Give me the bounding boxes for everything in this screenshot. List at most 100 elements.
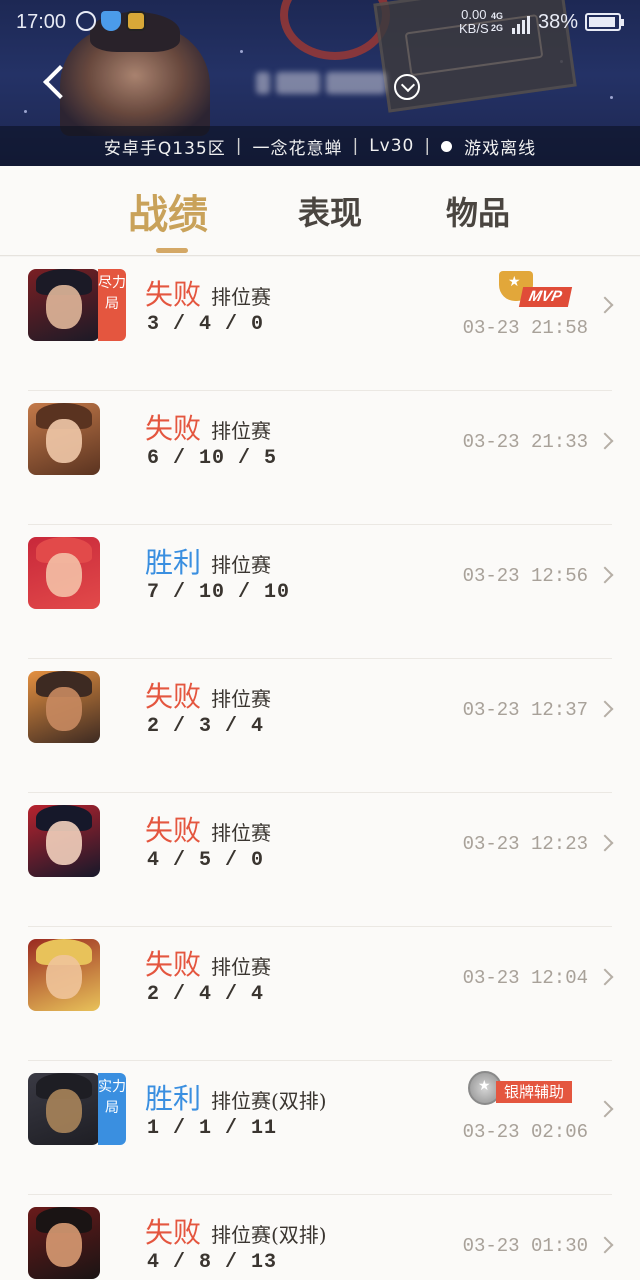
profile-header: 17:00 0.00 KB/S 4G 2G 38% 安卓手Q135区 | 一念花… <box>0 0 640 166</box>
match-mode: 排位赛 <box>211 419 271 443</box>
battery-level: 38% <box>538 11 579 33</box>
alarm-icon <box>76 11 96 31</box>
match-mode: 排位赛 <box>211 955 271 979</box>
network-type-1: 4G <box>491 11 504 21</box>
match-result: 失败 <box>145 1216 202 1249</box>
match-row[interactable]: 失败 排位赛 2 / 3 / 4 03-23 12:37 <box>0 659 640 793</box>
chevron-right-icon <box>596 1236 614 1254</box>
divider: | <box>352 136 360 156</box>
status-time: 17:00 <box>16 11 67 33</box>
star-decoration <box>610 96 613 99</box>
match-quality-tag: 尽力局 <box>98 269 126 341</box>
hero-face <box>46 553 82 597</box>
hero-avatar <box>28 805 100 877</box>
shield-icon <box>101 11 121 31</box>
match-kda: 4 / 8 / 13 <box>147 1251 278 1274</box>
network-speed-value: 0.00 <box>461 7 487 22</box>
online-status-dot-icon <box>441 140 453 152</box>
hero-face <box>46 285 82 329</box>
match-mode: 排位赛(双排) <box>211 1223 327 1247</box>
chevron-right-icon <box>596 1100 614 1118</box>
hero-avatar <box>28 269 100 341</box>
back-arrow-icon <box>43 65 77 99</box>
mvp-label: MVP <box>518 287 572 307</box>
match-row[interactable]: 失败 排位赛 2 / 4 / 4 03-23 12:04 <box>0 927 640 1061</box>
match-mode: 排位赛 <box>211 821 271 845</box>
match-result: 失败 <box>145 680 202 713</box>
chevron-right-icon <box>596 700 614 718</box>
hero-face <box>46 821 82 865</box>
award-label: 银牌辅助 <box>496 1081 573 1103</box>
hero-face <box>46 1089 82 1133</box>
chevron-right-icon <box>596 834 614 852</box>
match-row[interactable]: 失败 排位赛 4 / 5 / 0 03-23 12:23 <box>0 793 640 927</box>
match-time: 03-23 21:58 <box>462 317 588 339</box>
match-time: 03-23 21:33 <box>462 431 588 453</box>
divider: | <box>235 136 243 156</box>
match-row[interactable]: 失败 排位赛(双排) 4 / 8 / 13 03-23 01:30 <box>0 1195 640 1280</box>
hero-face <box>46 1223 82 1267</box>
tab-performance[interactable]: 表现 <box>298 188 362 234</box>
chevron-right-icon <box>596 432 614 450</box>
chevron-right-icon <box>596 566 614 584</box>
battery-icon <box>585 13 624 31</box>
match-mode: 排位赛 <box>211 553 271 577</box>
hero-avatar <box>28 1207 100 1279</box>
match-quality-tag: 实力局 <box>98 1073 126 1145</box>
match-result: 失败 <box>145 278 202 311</box>
network-type-2: 2G <box>491 23 504 33</box>
hero-face <box>46 955 82 999</box>
network-speed: 0.00 KB/S <box>459 8 489 36</box>
network-type: 4G 2G <box>491 10 503 34</box>
tab-items[interactable]: 物品 <box>446 188 510 234</box>
account-switch-chevron-icon[interactable] <box>394 74 420 100</box>
server-name: 安卓手Q135区 <box>103 138 226 159</box>
player-title: 一念花意蝉 <box>252 138 343 159</box>
match-result: 失败 <box>145 948 202 981</box>
match-row[interactable]: 失败 排位赛 6 / 10 / 5 03-23 21:33 <box>0 391 640 525</box>
player-status: 游戏离线 <box>464 138 537 159</box>
match-mode: 排位赛 <box>211 285 271 309</box>
active-tab-indicator <box>156 248 188 253</box>
match-kda: 7 / 10 / 10 <box>147 581 291 604</box>
chevron-right-icon <box>596 968 614 986</box>
match-result: 胜利 <box>145 1082 202 1115</box>
app-notification-icon <box>126 11 146 31</box>
mvp-badge: MVP <box>497 271 583 309</box>
chevron-right-icon <box>596 296 614 314</box>
match-result: 胜利 <box>145 546 202 579</box>
silver-support-badge: 银牌辅助 <box>466 1071 586 1111</box>
hero-avatar <box>28 537 100 609</box>
match-time: 03-23 02:06 <box>462 1121 588 1143</box>
match-time: 03-23 12:37 <box>462 699 588 721</box>
match-time: 03-23 12:04 <box>462 967 588 989</box>
match-result: 失败 <box>145 412 202 445</box>
match-kda: 1 / 1 / 11 <box>147 1117 278 1140</box>
match-row[interactable]: 胜利 排位赛 7 / 10 / 10 03-23 12:56 <box>0 525 640 659</box>
star-decoration <box>24 110 27 113</box>
match-row[interactable]: 尽力局失败排位赛 3 / 4 / 0 MVP 03-23 21:58 <box>0 257 640 391</box>
star-decoration <box>240 50 243 53</box>
hero-avatar <box>28 939 100 1011</box>
player-name-blurred <box>256 66 392 100</box>
match-kda: 6 / 10 / 5 <box>147 447 278 470</box>
match-kda: 2 / 4 / 4 <box>147 983 265 1006</box>
hero-face <box>46 419 82 463</box>
match-kda: 2 / 3 / 4 <box>147 715 265 738</box>
match-time: 03-23 01:30 <box>462 1235 588 1257</box>
match-kda: 4 / 5 / 0 <box>147 849 265 872</box>
hero-avatar <box>28 403 100 475</box>
match-row[interactable]: 实力局胜利排位赛(双排) 1 / 1 / 11 银牌辅助 03-23 02:06 <box>0 1061 640 1195</box>
tab-match-history[interactable]: 战绩 <box>128 182 208 240</box>
match-list: 尽力局失败排位赛3 / 4 / 0MVP03-23 21:58失败排位赛6 / … <box>0 257 640 1280</box>
hero-face <box>46 687 82 731</box>
profile-info-bar: 安卓手Q135区 | 一念花意蝉 | Lv30 | 游戏离线 <box>0 126 640 166</box>
match-result: 失败 <box>145 814 202 847</box>
divider: | <box>424 136 432 156</box>
back-button[interactable] <box>36 62 77 110</box>
match-time: 03-23 12:23 <box>462 833 588 855</box>
hero-avatar <box>28 671 100 743</box>
match-kda: 3 / 4 / 0 <box>147 313 265 336</box>
match-mode: 排位赛(双排) <box>211 1089 327 1113</box>
hero-avatar <box>28 1073 100 1145</box>
